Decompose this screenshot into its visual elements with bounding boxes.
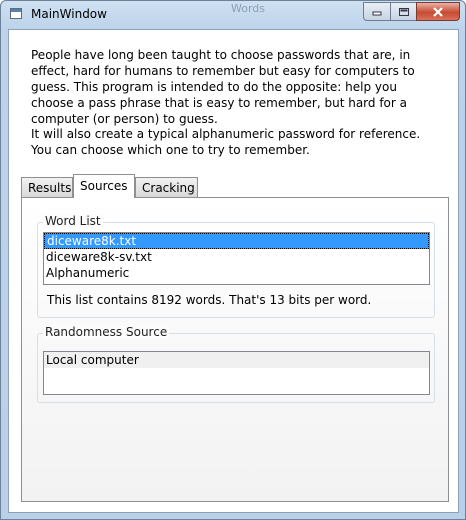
maximize-button[interactable] (390, 2, 416, 21)
app-icon[interactable] (10, 8, 22, 19)
word-list-groupbox: Word List diceware8k.txt diceware8k-sv.t… (37, 214, 435, 318)
tab-sources[interactable]: Sources (73, 174, 135, 198)
list-item[interactable]: diceware8k-sv.txt (44, 249, 429, 265)
randomness-listbox[interactable]: Local computer (43, 351, 430, 395)
sources-tab-panel: Word List diceware8k.txt diceware8k-sv.t… (21, 197, 449, 502)
randomness-legend: Randomness Source (43, 325, 170, 339)
maximize-icon (398, 7, 409, 16)
close-icon (433, 6, 443, 17)
list-item[interactable]: Alphanumeric (44, 265, 429, 281)
tab-cracking[interactable]: Cracking (135, 177, 198, 197)
word-list-legend: Word List (43, 214, 103, 228)
close-button[interactable] (416, 2, 460, 21)
background-window-hint: Words (231, 2, 266, 15)
intro-paragraph-2: It will also create a typical alphanumer… (31, 127, 421, 157)
randomness-groupbox: Randomness Source Local computer (37, 325, 435, 403)
window-title: MainWindow (31, 7, 107, 21)
word-list-info: This list contains 8192 words. That's 13… (47, 293, 372, 307)
caption-buttons (363, 2, 460, 21)
list-item[interactable]: Local computer (44, 352, 429, 368)
list-item[interactable]: diceware8k.txt (44, 233, 429, 249)
intro-paragraph: People have long been taught to choose p… (31, 48, 415, 126)
minimize-icon (372, 11, 382, 15)
client-area: People have long been taught to choose p… (8, 29, 459, 513)
word-list-listbox[interactable]: diceware8k.txt diceware8k-sv.txt Alphanu… (43, 232, 430, 285)
minimize-button[interactable] (363, 2, 390, 21)
main-window: MainWindow Words People have long been t… (0, 0, 466, 520)
tab-results[interactable]: Results (21, 177, 73, 197)
title-bar[interactable]: MainWindow Words (1, 1, 465, 29)
